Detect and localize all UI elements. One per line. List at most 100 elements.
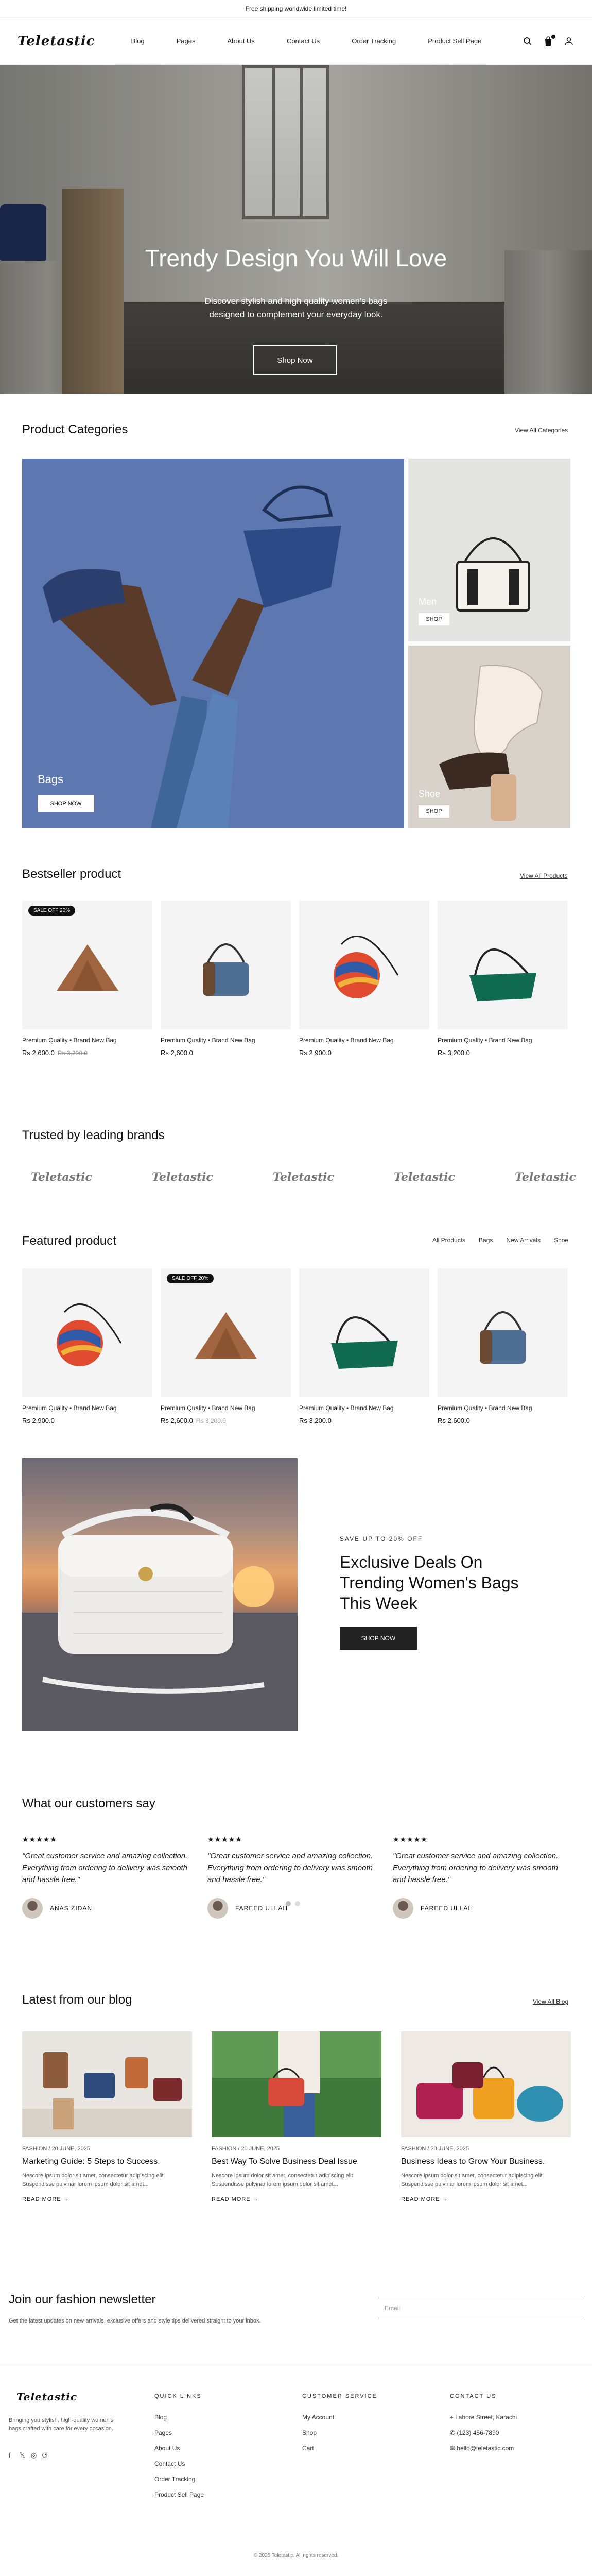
user-icon[interactable] [563, 36, 574, 47]
cart-badge [551, 34, 555, 39]
read-more-link[interactable]: READ MORE → [22, 2196, 69, 2202]
product-title[interactable]: Premium Quality • Brand New Bag [161, 1037, 255, 1044]
nav-about[interactable]: About Us [227, 37, 254, 45]
blog-post-title[interactable]: Marketing Guide: 5 Steps to Success. [22, 2157, 160, 2166]
product-price: Rs 2,600.0 [161, 1049, 193, 1057]
view-all-blog-link[interactable]: View All Blog [533, 1998, 568, 2005]
blue-shoulder-bag-image [479, 1311, 526, 1364]
author-name: FAREED ULLAH [235, 1905, 288, 1912]
product-image[interactable] [299, 1268, 429, 1397]
woman-red-bag-image [212, 2031, 381, 2137]
price-current: Rs 2,600.0 [161, 1417, 193, 1425]
footer-link-blog[interactable]: Blog [154, 2414, 167, 2421]
product-title[interactable]: Premium Quality • Brand New Bag [299, 1404, 394, 1412]
blog-image[interactable] [212, 2031, 381, 2137]
read-more-link[interactable]: READ MORE → [212, 2196, 259, 2202]
brand-logo[interactable]: Teletastic [18, 33, 95, 49]
blue-shoulder-bag-image [202, 943, 249, 996]
site-footer [0, 2365, 592, 2576]
carousel-dot[interactable] [286, 1901, 291, 1906]
product-title[interactable]: Premium Quality • Brand New Bag [438, 1037, 532, 1044]
price-current: Rs 2,600.0 [161, 1049, 193, 1057]
tab-all-products[interactable]: All Products [432, 1236, 465, 1244]
x-icon[interactable]: 𝕏 [20, 2451, 25, 2460]
contact-address: ⌖ Lahore Street, Karachi [450, 2414, 517, 2421]
brand-logo-5: Teletastic [515, 1171, 576, 1184]
hero-shop-now-button[interactable]: Shop Now [253, 345, 337, 375]
product-title[interactable]: Premium Quality • Brand New Bag [438, 1404, 532, 1412]
product-price: Rs 2,900.0 [299, 1049, 332, 1057]
sale-badge: SALE OFF 20% [167, 1274, 214, 1283]
footer-link-pages[interactable]: Pages [154, 2429, 172, 2436]
product-title[interactable]: Premium Quality • Brand New Bag [161, 1404, 255, 1412]
nav-blog[interactable]: Blog [131, 37, 145, 45]
search-icon[interactable] [522, 36, 533, 47]
brand-logo-4: Teletastic [394, 1171, 455, 1184]
product-image[interactable] [438, 901, 568, 1029]
blog-image[interactable] [401, 2031, 571, 2137]
contact-email[interactable]: ✉ hello@teletastic.com [450, 2445, 514, 2452]
category-card-men[interactable]: Men SHOP [408, 459, 570, 641]
hero-overlay [0, 65, 592, 394]
nav-contact[interactable]: Contact Us [287, 37, 320, 45]
product-image[interactable] [299, 901, 429, 1029]
rating-stars: ★★★★★ [207, 1835, 242, 1843]
view-all-products-link[interactable]: View All Products [520, 872, 568, 879]
footer-link-account[interactable]: My Account [302, 2414, 334, 2421]
testimonial-author: FAREED ULLAH [393, 1898, 563, 1919]
footer-logo[interactable]: Teletastic [16, 2391, 77, 2403]
deal-shop-now-button[interactable]: SHOP NOW [340, 1627, 417, 1650]
contact-address-text: Lahore Street, Karachi [455, 2414, 517, 2421]
bestseller-title: Bestseller product [22, 867, 121, 881]
read-more-link[interactable]: READ MORE → [401, 2196, 448, 2202]
product-image[interactable] [161, 1268, 291, 1397]
tab-new-arrivals[interactable]: New Arrivals [506, 1236, 541, 1244]
tab-shoe[interactable]: Shoe [554, 1236, 568, 1244]
carousel-dot[interactable] [295, 1901, 300, 1906]
brand-logo-2: Teletastic [152, 1171, 213, 1184]
category-card-bags[interactable]: Bags SHOP NOW [22, 459, 404, 828]
blog-post-title[interactable]: Best Way To Solve Business Deal Issue [212, 2157, 357, 2166]
footer-link-order-tracking[interactable]: Order Tracking [154, 2476, 195, 2483]
instagram-icon[interactable]: ◎ [31, 2451, 37, 2460]
footer-link-cart[interactable]: Cart [302, 2445, 314, 2452]
product-image[interactable] [22, 901, 152, 1029]
category-shop-now-bags[interactable]: SHOP NOW [38, 795, 94, 812]
nav-order-tracking[interactable]: Order Tracking [352, 37, 396, 45]
footer-link-product-sell-page[interactable]: Product Sell Page [154, 2491, 204, 2498]
product-title[interactable]: Premium Quality • Brand New Bag [22, 1404, 117, 1412]
white-quilted-bag-image [22, 1503, 298, 1731]
testimonial-quote: "Great customer service and amazing coll… [22, 1852, 188, 1884]
pinterest-icon[interactable]: ℗ [42, 2451, 47, 2459]
nav-product-sell-page[interactable]: Product Sell Page [428, 37, 481, 45]
blog-post-title[interactable]: Business Ideas to Grow Your Business. [401, 2157, 545, 2166]
footer-link-contact[interactable]: Contact Us [154, 2460, 185, 2467]
brands-title: Trusted by leading brands [22, 1128, 165, 1142]
view-all-categories-link[interactable]: View All Categories [515, 427, 568, 434]
striped-crossbody-bag-image [56, 1303, 121, 1366]
category-shop-shoe[interactable]: SHOP [419, 805, 449, 818]
tab-bags[interactable]: Bags [479, 1236, 493, 1244]
newsletter-title: Join our fashion newsletter [9, 2293, 156, 2307]
avatar [22, 1898, 43, 1919]
footer-link-about[interactable]: About Us [154, 2445, 180, 2452]
blog-image[interactable] [22, 2031, 192, 2137]
product-image[interactable] [22, 1268, 152, 1397]
facebook-icon[interactable]: f [9, 2451, 11, 2459]
price-current: Rs 2,600.0 [438, 1417, 470, 1425]
contact-phone[interactable]: ✆ (123) 456-7890 [450, 2429, 499, 2436]
footer-link-shop[interactable]: Shop [302, 2429, 317, 2436]
product-title[interactable]: Premium Quality • Brand New Bag [299, 1037, 394, 1044]
cart-icon[interactable] [543, 34, 555, 47]
category-card-shoe[interactable]: Shoe SHOP [408, 646, 570, 828]
footer-description: Bringing you stylish, high-quality women… [9, 2417, 114, 2432]
nav-pages[interactable]: Pages [177, 37, 196, 45]
category-label-bags: Bags [38, 773, 64, 786]
product-title[interactable]: Premium Quality • Brand New Bag [22, 1037, 117, 1044]
newsletter-email-input[interactable]: Email [378, 2298, 584, 2318]
blog-excerpt: Nescore ipsum dolor sit amet, consectetu… [401, 2173, 544, 2188]
category-shop-men[interactable]: SHOP [419, 613, 449, 625]
product-image[interactable] [161, 901, 291, 1029]
location-icon: ⌖ [450, 2414, 456, 2421]
product-image[interactable] [438, 1268, 568, 1397]
